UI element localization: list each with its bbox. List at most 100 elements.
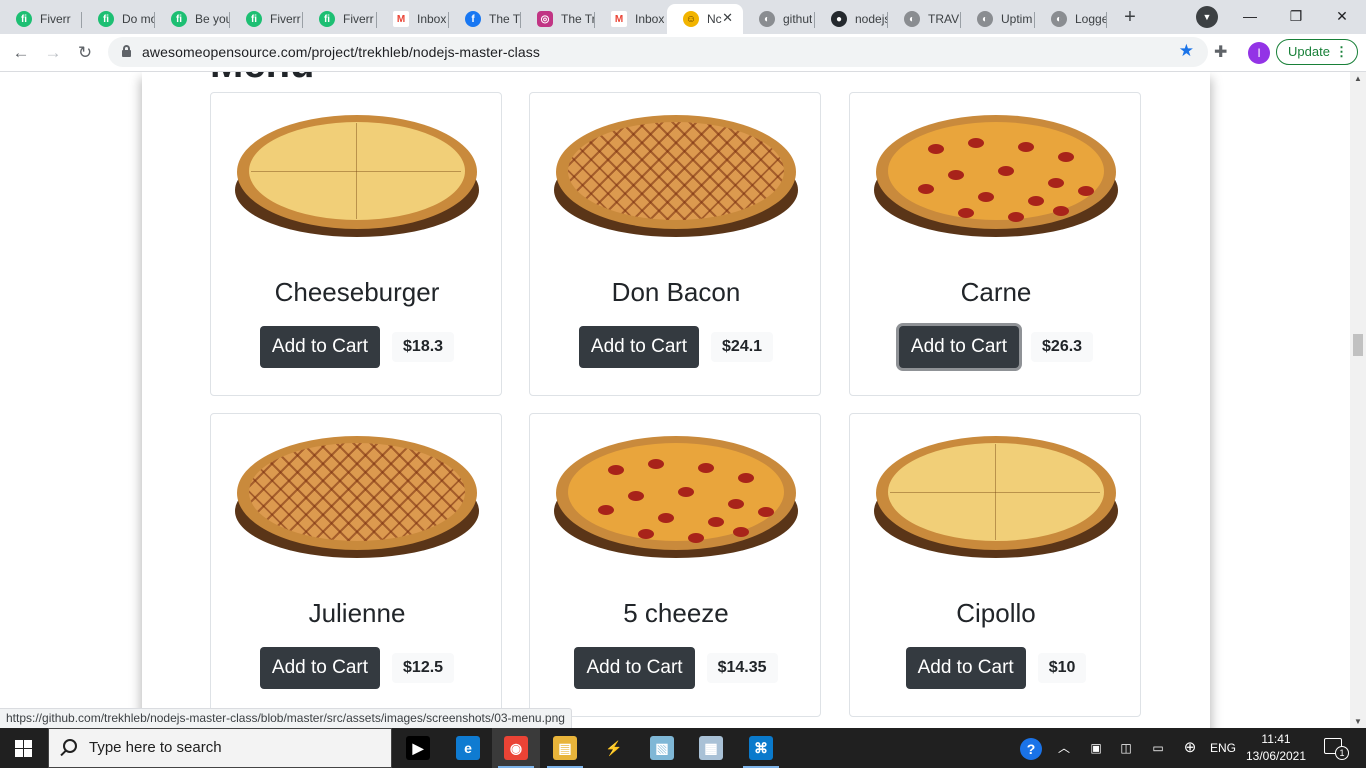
back-arrow-icon[interactable]: ← — [8, 40, 34, 66]
tab-title: githut — [783, 12, 813, 26]
tab-search-icon[interactable]: ▼ — [1196, 6, 1218, 28]
cart-row: Add to Cart $10 — [850, 646, 1142, 690]
browser-tab[interactable]: ◎ The Tr — [521, 4, 595, 34]
system-clock[interactable]: 11:41 13/06/2021 — [1236, 731, 1316, 765]
pizza-name: Cipollo — [956, 598, 1036, 628]
browser-tab[interactable]: ◐ githut — [743, 4, 815, 34]
scroll-down-icon[interactable]: ▼ — [1354, 717, 1362, 726]
scrollbar-thumb[interactable] — [1353, 334, 1363, 356]
help-icon[interactable]: ? — [1018, 728, 1046, 768]
menu-card: Carne Add to Cart $26.3 — [849, 92, 1141, 396]
tray-chevron-up-icon[interactable]: ︿ — [1054, 728, 1074, 768]
address-bar[interactable]: awesomeopensource.com/project/trekhleb/n… — [108, 37, 1208, 67]
cart-row: Add to Cart $24.1 — [530, 325, 822, 369]
browser-tab[interactable]: fi Be you — [155, 4, 230, 34]
browser-tab[interactable]: fi Fiverr — [0, 4, 82, 34]
fiverr-icon: fi — [319, 11, 335, 27]
browser-toolbar: ← → ↻ awesomeopensource.com/project/trek… — [0, 34, 1366, 72]
pizza-image — [874, 113, 1118, 243]
pizza-image — [874, 434, 1118, 564]
add-to-cart-button[interactable]: Add to Cart — [574, 647, 695, 689]
price-badge: $18.3 — [392, 332, 455, 362]
tab-title: Logge — [1075, 12, 1107, 26]
vertical-scrollbar[interactable]: ▲ ▼ — [1350, 72, 1366, 728]
tab-title: Uptim — [1001, 12, 1033, 26]
github-icon: ● — [831, 11, 847, 27]
screen: fi Fiverr fi Do mo fi Be you fi Fiverr f… — [0, 0, 1366, 768]
app-5[interactable]: ⚡ — [590, 728, 638, 768]
menu-card: Julienne Add to Cart $12.5 — [210, 413, 502, 717]
fiverr-icon: fi — [171, 11, 187, 27]
cart-row: Add to Cart $26.3 — [850, 325, 1142, 369]
browser-tab[interactable]: f The Tr — [449, 4, 521, 34]
explorer-app[interactable]: ▤ — [541, 728, 589, 768]
add-to-cart-button[interactable]: Add to Cart — [259, 326, 381, 368]
notifications-icon[interactable]: 1 — [1324, 738, 1349, 760]
network-globe-icon[interactable]: ⊕ — [1180, 728, 1200, 768]
extensions-puzzle-icon[interactable]: ✚ — [1214, 42, 1227, 62]
browser-tab[interactable]: ◐ Uptim — [961, 4, 1035, 34]
browser-tab[interactable]: fi Fiverr — [230, 4, 303, 34]
browser-tab[interactable]: ◐ Logge — [1035, 4, 1107, 34]
chrome-app[interactable]: ◉ — [492, 728, 540, 768]
add-to-cart-button[interactable]: Add to Cart — [259, 647, 381, 689]
pizza-image — [235, 434, 479, 564]
vscode-app[interactable]: ⌘ — [737, 728, 785, 768]
price-badge: $12.5 — [392, 653, 455, 683]
tab-title: The Tr — [489, 12, 521, 26]
power-icon[interactable]: ◫ — [1116, 728, 1136, 768]
search-placeholder: Type here to search — [89, 739, 222, 756]
notification-count: 1 — [1335, 746, 1349, 760]
close-window-icon[interactable]: ✕ — [1322, 2, 1362, 30]
reload-icon[interactable]: ↻ — [72, 40, 98, 66]
restore-icon[interactable]: ❐ — [1276, 2, 1316, 30]
add-to-cart-button[interactable]: Add to Cart — [905, 647, 1026, 689]
browser-tab[interactable]: fi Do mo — [82, 4, 155, 34]
globe-icon: ◐ — [977, 11, 993, 27]
browser-tab[interactable]: ◐ TRAVE — [888, 4, 961, 34]
battery-icon[interactable]: ▭ — [1148, 728, 1168, 768]
start-button[interactable] — [0, 728, 48, 768]
add-to-cart-button[interactable]: Add to Cart — [578, 326, 700, 368]
chrome-icon: ◉ — [504, 736, 528, 760]
bolt-icon: ⚡ — [602, 736, 626, 760]
minimize-icon[interactable]: — — [1230, 2, 1270, 30]
pizza-image — [554, 434, 798, 564]
tab-strip: fi Fiverr fi Do mo fi Be you fi Fiverr f… — [0, 0, 1366, 34]
camera-icon[interactable]: ▣ — [1086, 728, 1106, 768]
browser-tab[interactable]: M Inbox — [377, 4, 449, 34]
new-tab-button[interactable]: + — [1118, 5, 1142, 29]
menu-heading: Menu — [210, 72, 314, 87]
edge-icon: e — [456, 736, 480, 760]
clock-date: 13/06/2021 — [1245, 749, 1307, 763]
globe-icon: ◐ — [759, 11, 775, 27]
update-label: Update — [1288, 44, 1330, 59]
browser-tab[interactable]: ● nodejs — [815, 4, 888, 34]
pizza-name: Don Bacon — [611, 277, 741, 307]
browser-tab-active[interactable]: ☺ Nc ✕ — [667, 4, 743, 34]
close-tab-icon[interactable]: ✕ — [722, 10, 733, 26]
app-7[interactable]: ▦ — [687, 728, 735, 768]
browser-tab[interactable]: M Inbox — [595, 4, 667, 34]
pizza-image — [554, 113, 798, 243]
folder-icon: ▤ — [553, 736, 577, 760]
url-text[interactable]: awesomeopensource.com/project/trekhleb/n… — [142, 44, 540, 60]
tab-title: Do mo — [122, 12, 155, 26]
terminal-app[interactable]: ▶ — [394, 728, 442, 768]
tab-title: The Tr — [561, 12, 595, 26]
language-indicator[interactable]: ENG — [1208, 728, 1238, 768]
add-to-cart-button[interactable]: Add to Cart — [898, 326, 1020, 368]
edge-app[interactable]: e — [444, 728, 492, 768]
taskbar-search-box[interactable]: Type here to search — [48, 728, 392, 768]
update-button[interactable]: Update ⋮ — [1276, 39, 1358, 65]
windows-taskbar: Type here to search ▶ e ◉ ▤ ⚡ ▧ ▦ ⌘ ? ︿ ▣ ◫ ▭ ⊕… — [0, 728, 1366, 768]
forward-arrow-icon[interactable]: → — [40, 40, 66, 66]
browser-tab[interactable]: fi Fiverr — [303, 4, 377, 34]
scroll-up-icon[interactable]: ▲ — [1354, 74, 1362, 83]
profile-avatar[interactable]: I — [1248, 42, 1270, 64]
app-6[interactable]: ▧ — [638, 728, 686, 768]
price-badge: $24.1 — [711, 332, 774, 362]
bookmark-star-icon[interactable]: ★ — [1179, 41, 1194, 61]
tab-title: Be you — [195, 12, 230, 26]
menu-dots-icon[interactable]: ⋮ — [1335, 40, 1348, 64]
